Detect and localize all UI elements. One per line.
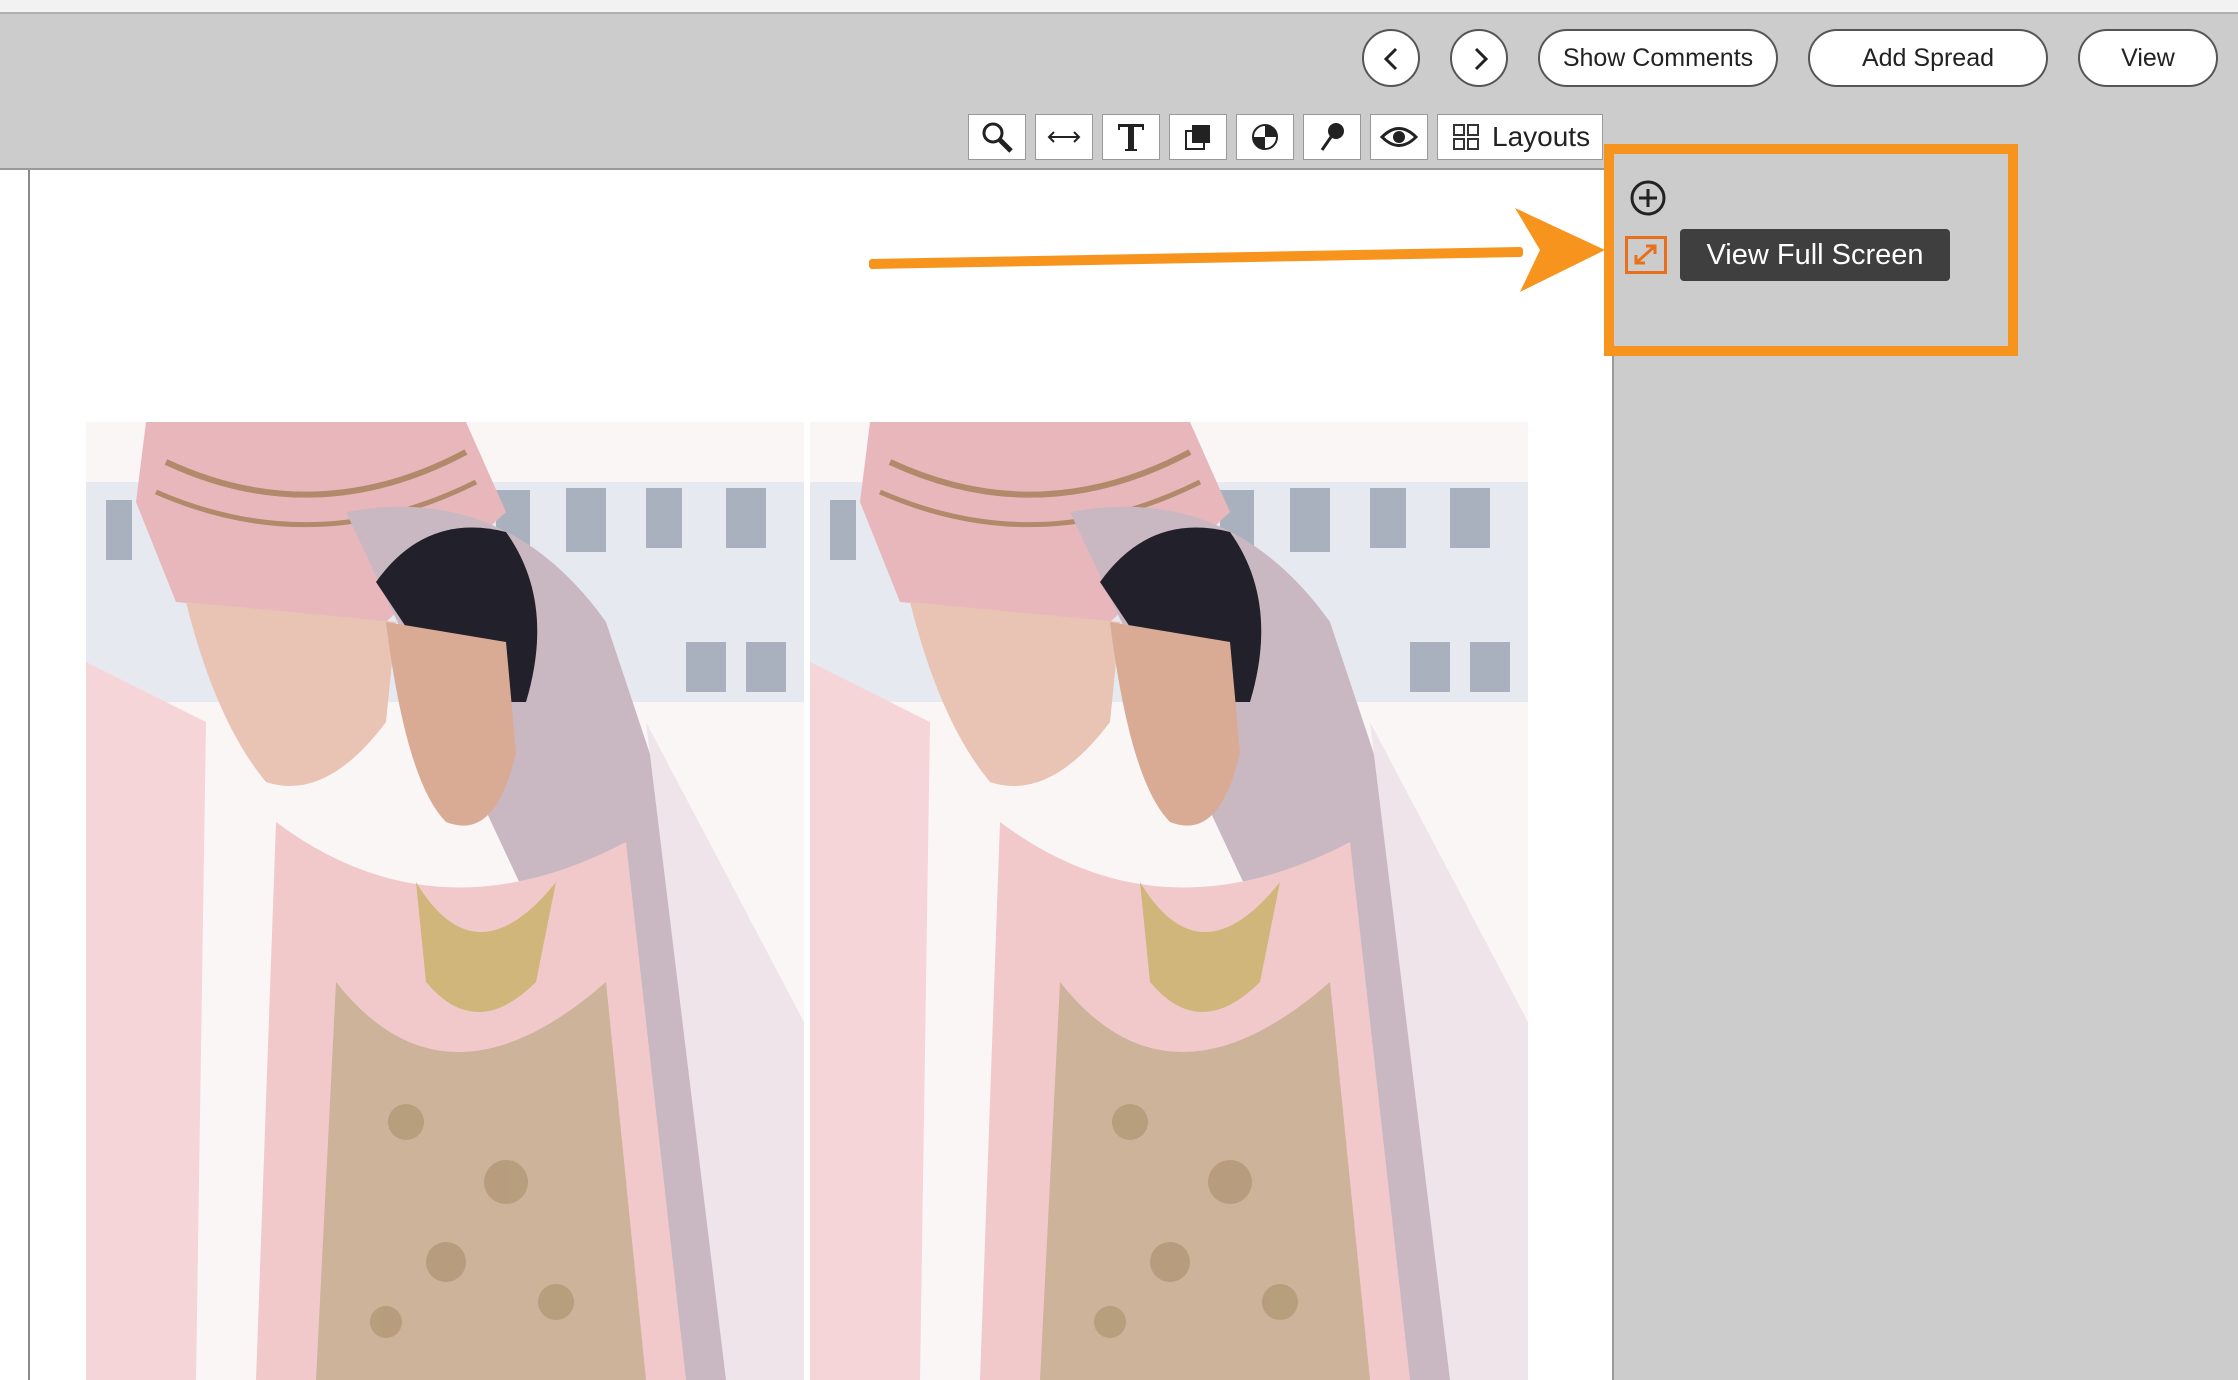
contrast-icon bbox=[1252, 124, 1278, 150]
zoom-tool[interactable] bbox=[968, 114, 1026, 160]
layouts-label: Layouts bbox=[1492, 121, 1591, 152]
layer-icon bbox=[1185, 125, 1210, 150]
layouts-button[interactable]: Layouts bbox=[1437, 114, 1603, 160]
show-comments-button[interactable]: Show Comments bbox=[1538, 29, 1778, 87]
wedding-couple-photo-left[interactable] bbox=[86, 422, 804, 1380]
zoom-icon bbox=[982, 122, 1013, 153]
previous-button[interactable] bbox=[1362, 29, 1420, 87]
wedding-couple-photo-right[interactable] bbox=[810, 422, 1528, 1380]
chevron-right-icon bbox=[1474, 47, 1489, 71]
preview-tool[interactable] bbox=[1370, 114, 1428, 160]
layer-tool[interactable] bbox=[1169, 114, 1227, 160]
pin-tool[interactable] bbox=[1303, 114, 1361, 160]
expand-icon bbox=[1634, 244, 1657, 265]
contrast-tool[interactable] bbox=[1236, 114, 1294, 160]
fullscreen-button[interactable] bbox=[1625, 236, 1667, 274]
window-top-edge bbox=[0, 0, 2238, 14]
fit-width-tool[interactable] bbox=[1035, 114, 1093, 160]
eye-icon bbox=[1380, 127, 1418, 147]
fullscreen-tooltip: View Full Screen bbox=[1680, 229, 1950, 281]
text-tool[interactable] bbox=[1102, 114, 1160, 160]
previous-page-edge bbox=[0, 170, 28, 1380]
grid-icon bbox=[1453, 124, 1479, 150]
fit-width-icon bbox=[1047, 131, 1081, 143]
photo-image bbox=[86, 422, 804, 1380]
add-spread-button[interactable]: Add Spread bbox=[1808, 29, 2048, 87]
chevron-left-icon bbox=[1383, 47, 1398, 71]
text-icon bbox=[1118, 124, 1144, 151]
plus-circle-icon[interactable] bbox=[1628, 178, 1668, 218]
view-button[interactable]: View bbox=[2078, 29, 2218, 87]
tool-strip: Layouts bbox=[968, 114, 1603, 160]
next-button[interactable] bbox=[1450, 29, 1508, 87]
photo-image bbox=[810, 422, 1528, 1380]
annotation-arrow-icon bbox=[869, 208, 1605, 292]
pin-icon bbox=[1320, 123, 1344, 151]
